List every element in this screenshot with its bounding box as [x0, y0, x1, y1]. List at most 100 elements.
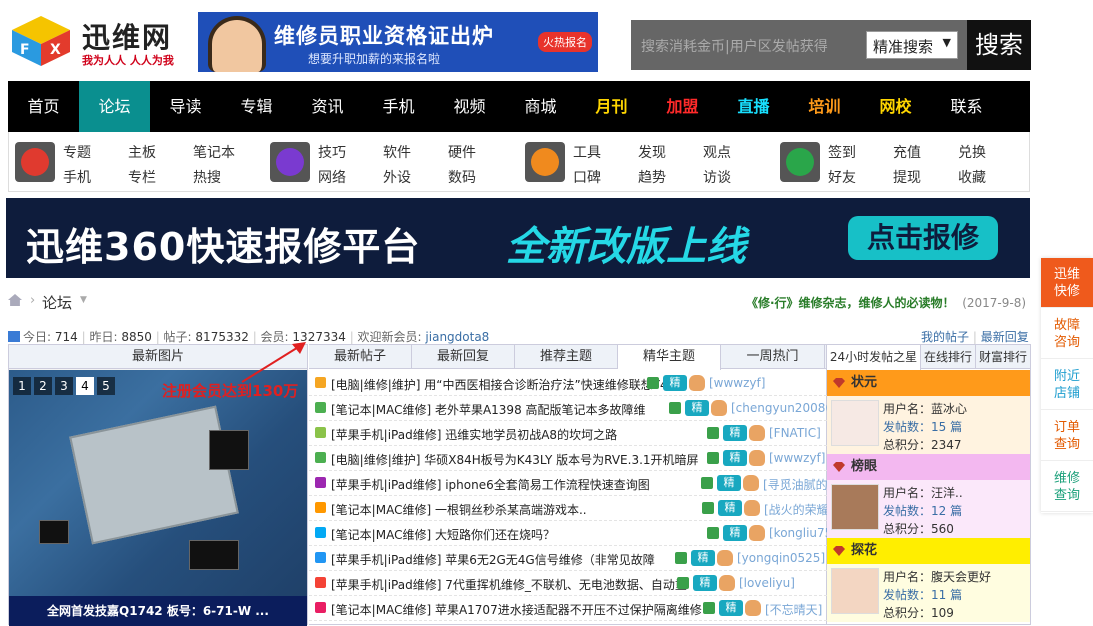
post-author[interactable]: [战火的荣耀]: [764, 501, 833, 518]
nav-item[interactable]: 视频: [434, 81, 505, 132]
rank-tab[interactable]: 财富排行: [976, 345, 1031, 369]
rank-user[interactable]: 用户名：汪洋..: [883, 484, 963, 501]
sub-nav-link[interactable]: 发现: [638, 142, 666, 162]
nav-item[interactable]: 加盟: [647, 81, 718, 132]
sub-nav-link[interactable]: 主板: [128, 142, 156, 162]
nav-item[interactable]: 导读: [150, 81, 221, 132]
sub-nav-link[interactable]: 软件: [383, 142, 411, 162]
post-title[interactable]: [笔记本|MAC维修] 老外苹果A1398 高配版笔记本多故障维: [331, 401, 716, 418]
nav-item[interactable]: 培训: [789, 81, 860, 132]
sub-nav-link[interactable]: 观点: [703, 142, 731, 162]
post-title[interactable]: [苹果手机|iPad维修] 迅维实地学员初战A8的坎坷之路: [331, 426, 716, 443]
at-icon[interactable]: [525, 142, 565, 182]
sub-nav-link[interactable]: 收藏: [958, 167, 986, 187]
post-author[interactable]: [FNATIC]: [769, 426, 821, 440]
table-row[interactable]: [笔记本|MAC维修] 老外苹果A1398 高配版笔记本多故障维精 [chengy…: [309, 396, 838, 421]
nav-item[interactable]: 首页: [8, 81, 79, 132]
side-menu-item[interactable]: 故障 咨询: [1041, 309, 1093, 359]
rank-tab[interactable]: 24小时发帖之星: [827, 345, 921, 370]
sub-nav-link[interactable]: 充值: [893, 142, 921, 162]
rank-user[interactable]: 用户名：腹天会更好: [883, 568, 991, 585]
sub-nav-link[interactable]: 访谈: [703, 167, 731, 187]
sub-nav-link[interactable]: 口碑: [573, 167, 601, 187]
table-row[interactable]: [笔记本|MAC维修] 大短路你们还在烧吗？精 [kongliu75]: [309, 521, 837, 546]
sub-nav-link[interactable]: 热搜: [193, 167, 221, 187]
post-author[interactable]: [loveliyu]: [739, 576, 795, 590]
side-menu-item[interactable]: 迅维 快修: [1041, 258, 1093, 308]
table-row[interactable]: [苹果手机|iPad维修] 7代重挥机维修_不联机、无电池数据、自动重精 [lov…: [309, 571, 827, 596]
post-author[interactable]: [chengyun20086]: [731, 401, 838, 415]
table-row[interactable]: [电脑|维修|维护] 用“中西医相接合诊断治疗法”快速维修联想Y430 精 [www…: [309, 371, 827, 396]
sub-nav-link[interactable]: 笔记本: [193, 142, 235, 162]
avatar[interactable]: [831, 484, 879, 530]
new-member-link[interactable]: jiangdota8: [425, 330, 489, 344]
post-title[interactable]: [笔记本|MAC维修] 一根铜丝秒杀某高端游戏本..: [331, 501, 716, 518]
sub-nav-link[interactable]: 专栏: [128, 167, 156, 187]
side-menu-item[interactable]: 订单 查询: [1041, 411, 1093, 461]
search-input[interactable]: 搜索消耗金币|用户区发帖获得: [641, 36, 828, 56]
sub-nav-link[interactable]: 专题: [63, 142, 91, 162]
chevron-down-icon[interactable]: ▼: [80, 295, 87, 305]
post-tab[interactable]: 精华主题: [618, 345, 721, 370]
avatar[interactable]: [831, 568, 879, 614]
sub-nav-link[interactable]: 工具: [573, 142, 601, 162]
sub-nav-link[interactable]: 提现: [893, 167, 921, 187]
banner-repair-button[interactable]: 点击报修: [848, 216, 998, 260]
nav-item[interactable]: 月刊: [576, 81, 647, 132]
top-ad-banner[interactable]: 维修员职业资格证出炉 想要升职加薪的来报名啦 火热报名: [198, 12, 598, 72]
post-title[interactable]: [苹果手机|iPad维修] iphone6全套简易工作流程快速查询图: [331, 476, 716, 493]
photo-page-button[interactable]: 4: [76, 377, 94, 395]
user-icon[interactable]: [780, 142, 820, 182]
breadcrumb-current[interactable]: 论坛: [42, 292, 72, 313]
nav-item[interactable]: 专辑: [221, 81, 292, 132]
post-title[interactable]: [笔记本|MAC维修] 大短路你们还在烧吗？: [331, 526, 716, 543]
motherboard-photo[interactable]: 全网首发技嘉Q1742 板号：6-71-W ...: [9, 370, 307, 626]
nav-item[interactable]: 直播: [718, 81, 789, 132]
search-button[interactable]: 搜索: [967, 20, 1031, 70]
post-title[interactable]: [苹果手机|iPad维修] 苹果6无2G无4G信号维修（非常见故障: [331, 551, 716, 568]
post-author[interactable]: [yongqin0525]: [737, 551, 825, 565]
photo-caption[interactable]: 全网首发技嘉Q1742 板号：6-71-W ...: [9, 596, 307, 626]
table-row[interactable]: [笔记本|MAC维修] 苹果A1707进水接适配器不开压不过保护隔离维修精 [不忘…: [309, 596, 827, 621]
nav-item[interactable]: 手机: [363, 81, 434, 132]
sub-nav-link[interactable]: 兑换: [958, 142, 986, 162]
sub-nav-link[interactable]: 数码: [448, 167, 476, 187]
sub-nav-link[interactable]: 手机: [63, 167, 91, 187]
photo-page-button[interactable]: 5: [97, 377, 115, 395]
table-row[interactable]: [苹果手机|iPad维修] 苹果6无2G无4G信号维修（非常见故障精 [yongq…: [309, 546, 827, 571]
nav-item[interactable]: 资讯: [292, 81, 363, 132]
search-mode-select[interactable]: 精准搜索 ▼: [866, 31, 958, 59]
nav-item[interactable]: 联系: [931, 81, 1002, 132]
home-icon[interactable]: [15, 142, 55, 182]
sub-nav-link[interactable]: 外设: [383, 167, 411, 187]
avatar[interactable]: [831, 400, 879, 446]
photo-page-button[interactable]: 3: [55, 377, 73, 395]
table-row[interactable]: [苹果手机|iPad维修] iphone6全套简易工作流程快速查询图精 [寻觅油腻…: [309, 471, 856, 496]
post-tab[interactable]: 推荐主题: [515, 345, 618, 369]
table-row[interactable]: [笔记本|MAC维修] 一根铜丝秒杀某高端游戏本.. 精 [战火的荣耀]: [309, 496, 833, 521]
side-menu-item[interactable]: 维修 查询: [1041, 462, 1093, 512]
photo-page-button[interactable]: 2: [34, 377, 52, 395]
my-posts-link[interactable]: 我的帖子: [921, 330, 969, 344]
latest-reply-link[interactable]: 最新回复: [981, 330, 1029, 344]
rank-tab[interactable]: 在线排行: [921, 345, 976, 369]
site-logo[interactable]: F X 迅维网 我为人人 人人为我: [8, 12, 188, 70]
post-title[interactable]: [笔记本|MAC维修] 苹果A1707进水接适配器不开压不过保护隔离维修: [331, 601, 716, 618]
nav-item[interactable]: 网校: [860, 81, 931, 132]
side-menu-item[interactable]: 附近 店铺: [1041, 360, 1093, 410]
photo-page-button[interactable]: 1: [13, 377, 31, 395]
nav-item[interactable]: 论坛: [79, 81, 150, 132]
sub-nav-link[interactable]: 硬件: [448, 142, 476, 162]
sub-nav-link[interactable]: 网络: [318, 167, 346, 187]
post-title[interactable]: [电脑|维修|维护] 华硕X84H板号为K43LY 版本号为RVE.3.1开机暗…: [331, 451, 716, 468]
magazine-promo[interactable]: 《修·行》维修杂志，维修人的必读物！ (2017-9-8): [746, 294, 1026, 311]
post-author[interactable]: [wwwzyf]: [769, 451, 825, 465]
sub-nav-link[interactable]: 趋势: [638, 167, 666, 187]
post-title[interactable]: [苹果手机|iPad维修] 7代重挥机维修_不联机、无电池数据、自动重: [331, 576, 716, 593]
rank-user[interactable]: 用户名：蓝冰心: [883, 400, 967, 417]
sub-nav-link[interactable]: 技巧: [318, 142, 346, 162]
post-tab[interactable]: 最新帖子: [309, 345, 412, 369]
sub-nav-link[interactable]: 好友: [828, 167, 856, 187]
post-author[interactable]: [wwwzyf]: [709, 376, 765, 390]
sub-nav-link[interactable]: 签到: [828, 142, 856, 162]
